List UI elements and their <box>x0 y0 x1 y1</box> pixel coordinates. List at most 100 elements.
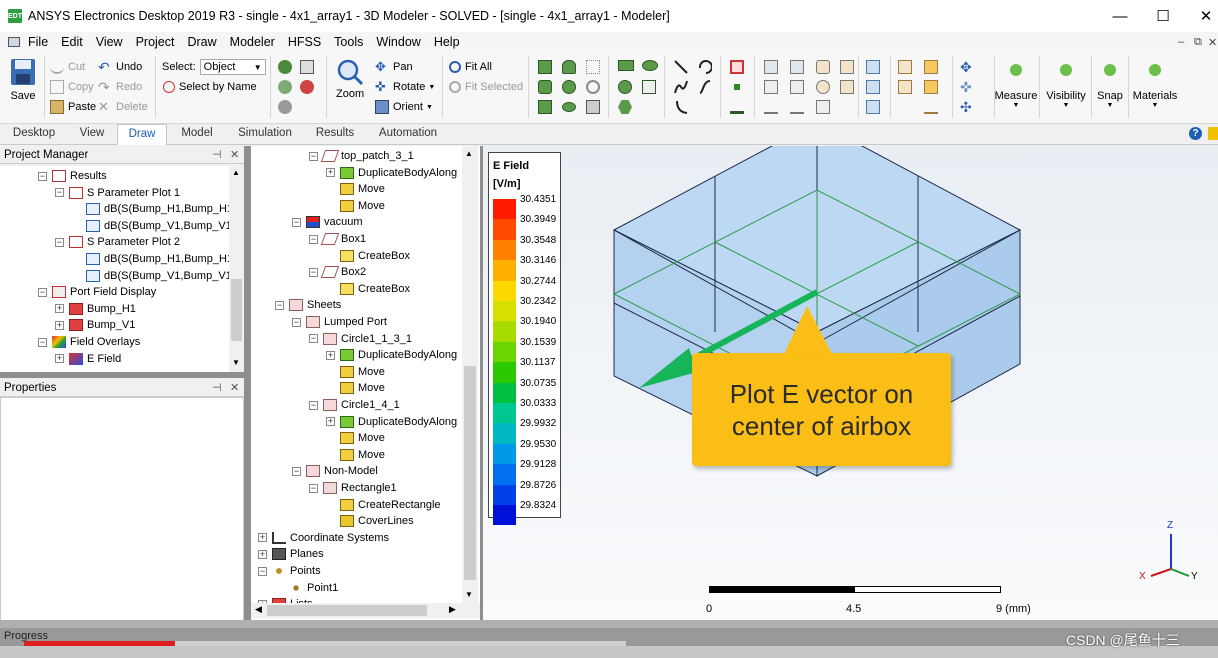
model-tree-item[interactable]: − Circle1_1_3_1 <box>309 331 412 347</box>
chamfer-icon[interactable] <box>898 80 912 94</box>
menu-modeler[interactable]: Modeler <box>230 35 275 49</box>
rotate-button[interactable]: ✜ Rotate ▼ <box>375 78 435 96</box>
tab-simulation[interactable]: Simulation <box>232 124 298 145</box>
close-pane-icon[interactable]: ✕ <box>230 146 239 164</box>
snap-button[interactable]: Snap ▼ <box>1094 64 1126 109</box>
plane-icon[interactable] <box>730 100 744 114</box>
expand-icon[interactable]: + <box>55 320 64 330</box>
show-selected-icon[interactable] <box>278 100 292 114</box>
model-tree-item[interactable]: CreateRectangle <box>326 497 441 513</box>
equation-curve-icon[interactable] <box>698 80 712 94</box>
wrap-icon[interactable] <box>866 60 880 74</box>
cone-primitive-icon[interactable] <box>562 60 576 74</box>
mdi-restore-button[interactable]: ⧉ <box>1194 36 1202 49</box>
polygon-primitive-icon[interactable] <box>642 80 656 94</box>
model-tree-item[interactable]: CreateBox <box>326 281 410 297</box>
split-icon[interactable] <box>840 60 854 74</box>
expand-icon[interactable]: + <box>326 350 335 360</box>
scroll-left-icon[interactable]: ◀ <box>255 604 262 615</box>
collapse-icon[interactable]: − <box>292 317 301 327</box>
torus-primitive-icon[interactable] <box>562 102 576 112</box>
model-tree-item[interactable]: + DuplicateBodyAlong <box>326 165 457 181</box>
menu-file[interactable]: File <box>28 35 48 49</box>
expand-icon[interactable]: + <box>326 417 335 427</box>
project-tree-item[interactable]: + Bump_H1 <box>55 301 136 317</box>
hide-icon[interactable] <box>300 60 314 74</box>
tab-results[interactable]: Results <box>306 124 364 145</box>
model-tree-item[interactable]: Point1 <box>275 580 338 596</box>
model-tree-item[interactable]: Move <box>326 198 385 214</box>
imprint-icon[interactable] <box>764 80 778 94</box>
project-tree-item[interactable]: dB(S(Bump_V1,Bump_V1)) <box>72 218 239 234</box>
project-tree-item[interactable]: − Results <box>38 168 107 184</box>
pan-button[interactable]: ✥ Pan <box>375 58 413 76</box>
scroll-up-icon[interactable]: ▲ <box>232 168 240 177</box>
collapse-icon[interactable]: − <box>309 234 318 244</box>
document-menu-icon[interactable] <box>8 37 20 47</box>
minimize-button[interactable]: — <box>1098 0 1142 32</box>
save-button[interactable]: Save <box>10 58 36 102</box>
scroll-right-icon[interactable]: ▶ <box>449 604 456 615</box>
subtract-icon[interactable] <box>790 60 804 74</box>
close-button[interactable]: ✕ <box>1184 0 1218 32</box>
scroll-down-icon[interactable]: ▼ <box>232 358 240 367</box>
collapse-icon[interactable]: − <box>309 400 318 410</box>
orient-button[interactable]: Orient ▼ <box>375 98 433 116</box>
project-tree-item[interactable]: + Bump_V1 <box>55 317 135 333</box>
model-tree-item[interactable]: CoverLines <box>326 513 414 529</box>
pane-splitter[interactable] <box>0 372 244 378</box>
visibility-button[interactable]: Visibility ▼ <box>1044 64 1088 109</box>
collapse-icon[interactable]: − <box>38 337 47 347</box>
helix-primitive-icon[interactable] <box>586 60 600 74</box>
sweep-icon[interactable] <box>816 80 830 94</box>
collapse-icon[interactable]: − <box>275 300 284 310</box>
mdi-minimize-button[interactable]: – <box>1178 36 1184 48</box>
collapse-icon[interactable]: − <box>258 566 267 576</box>
spiral-primitive-icon[interactable] <box>586 80 600 94</box>
expand-icon[interactable]: + <box>326 168 335 178</box>
hide-all-icon[interactable] <box>300 80 314 94</box>
model-tree-item[interactable]: − Non-Model <box>292 463 378 479</box>
tab-view[interactable]: View <box>72 124 112 145</box>
model-tree-item[interactable]: − vacuum <box>292 214 363 230</box>
model-tree-item[interactable]: Move <box>326 447 385 463</box>
tab-draw[interactable]: Draw <box>117 124 167 145</box>
close-pane-icon[interactable]: ✕ <box>230 379 239 397</box>
model-tree-item[interactable]: + DuplicateBodyAlong <box>326 347 457 363</box>
rectangle-primitive-icon[interactable] <box>618 60 634 71</box>
pin-icon[interactable]: ⊣ <box>212 146 222 164</box>
collapse-icon[interactable]: − <box>309 151 318 161</box>
delete-button[interactable]: ✕ Delete <box>98 98 148 116</box>
field-legend[interactable]: E Field [V/m] 30.4351 30.3949 30.3548 30.31… <box>488 152 561 526</box>
box-3d-icon[interactable] <box>730 60 744 74</box>
menu-tools[interactable]: Tools <box>334 35 363 49</box>
project-tree-item[interactable]: − Field Overlays <box>38 334 140 350</box>
collapse-icon[interactable]: − <box>55 188 64 198</box>
duplicate-mirror-icon[interactable] <box>790 100 804 114</box>
rotate-object-icon[interactable]: ✜ <box>960 80 974 94</box>
help-icon[interactable]: ? <box>1189 127 1202 140</box>
redo-button[interactable]: ↷ Redo <box>98 78 142 96</box>
model-tree-item[interactable]: − top_patch_3_1 <box>309 148 414 164</box>
tab-desktop[interactable]: Desktop <box>8 124 60 145</box>
align-icon[interactable] <box>924 100 938 114</box>
menu-project[interactable]: Project <box>136 35 175 49</box>
mdi-close-button[interactable]: ✕ <box>1208 36 1217 49</box>
paste-button[interactable]: Paste <box>50 98 96 116</box>
show-icon[interactable] <box>278 60 292 74</box>
expand-icon[interactable]: + <box>258 549 267 559</box>
model-tree-item[interactable]: Move <box>326 380 385 396</box>
project-tree-item[interactable]: dB(S(Bump_H1,Bump_H1)) <box>72 201 240 217</box>
thicken-icon[interactable] <box>840 80 854 94</box>
scrollbar-thumb[interactable] <box>464 366 476 580</box>
ellipse-primitive-icon[interactable] <box>642 60 658 71</box>
expand-icon[interactable]: + <box>55 304 64 314</box>
cover-icon[interactable] <box>816 100 830 114</box>
model-tree-item[interactable]: Move <box>326 181 385 197</box>
collapse-icon[interactable]: − <box>292 466 301 476</box>
scale-icon[interactable]: ✣ <box>960 100 974 114</box>
project-tree-item[interactable]: − Port Field Display <box>38 284 156 300</box>
cut-button[interactable]: Cut <box>50 58 85 76</box>
separate-icon[interactable] <box>790 80 804 94</box>
project-tree-scrollbar[interactable]: ▲ ▼ <box>229 166 244 372</box>
